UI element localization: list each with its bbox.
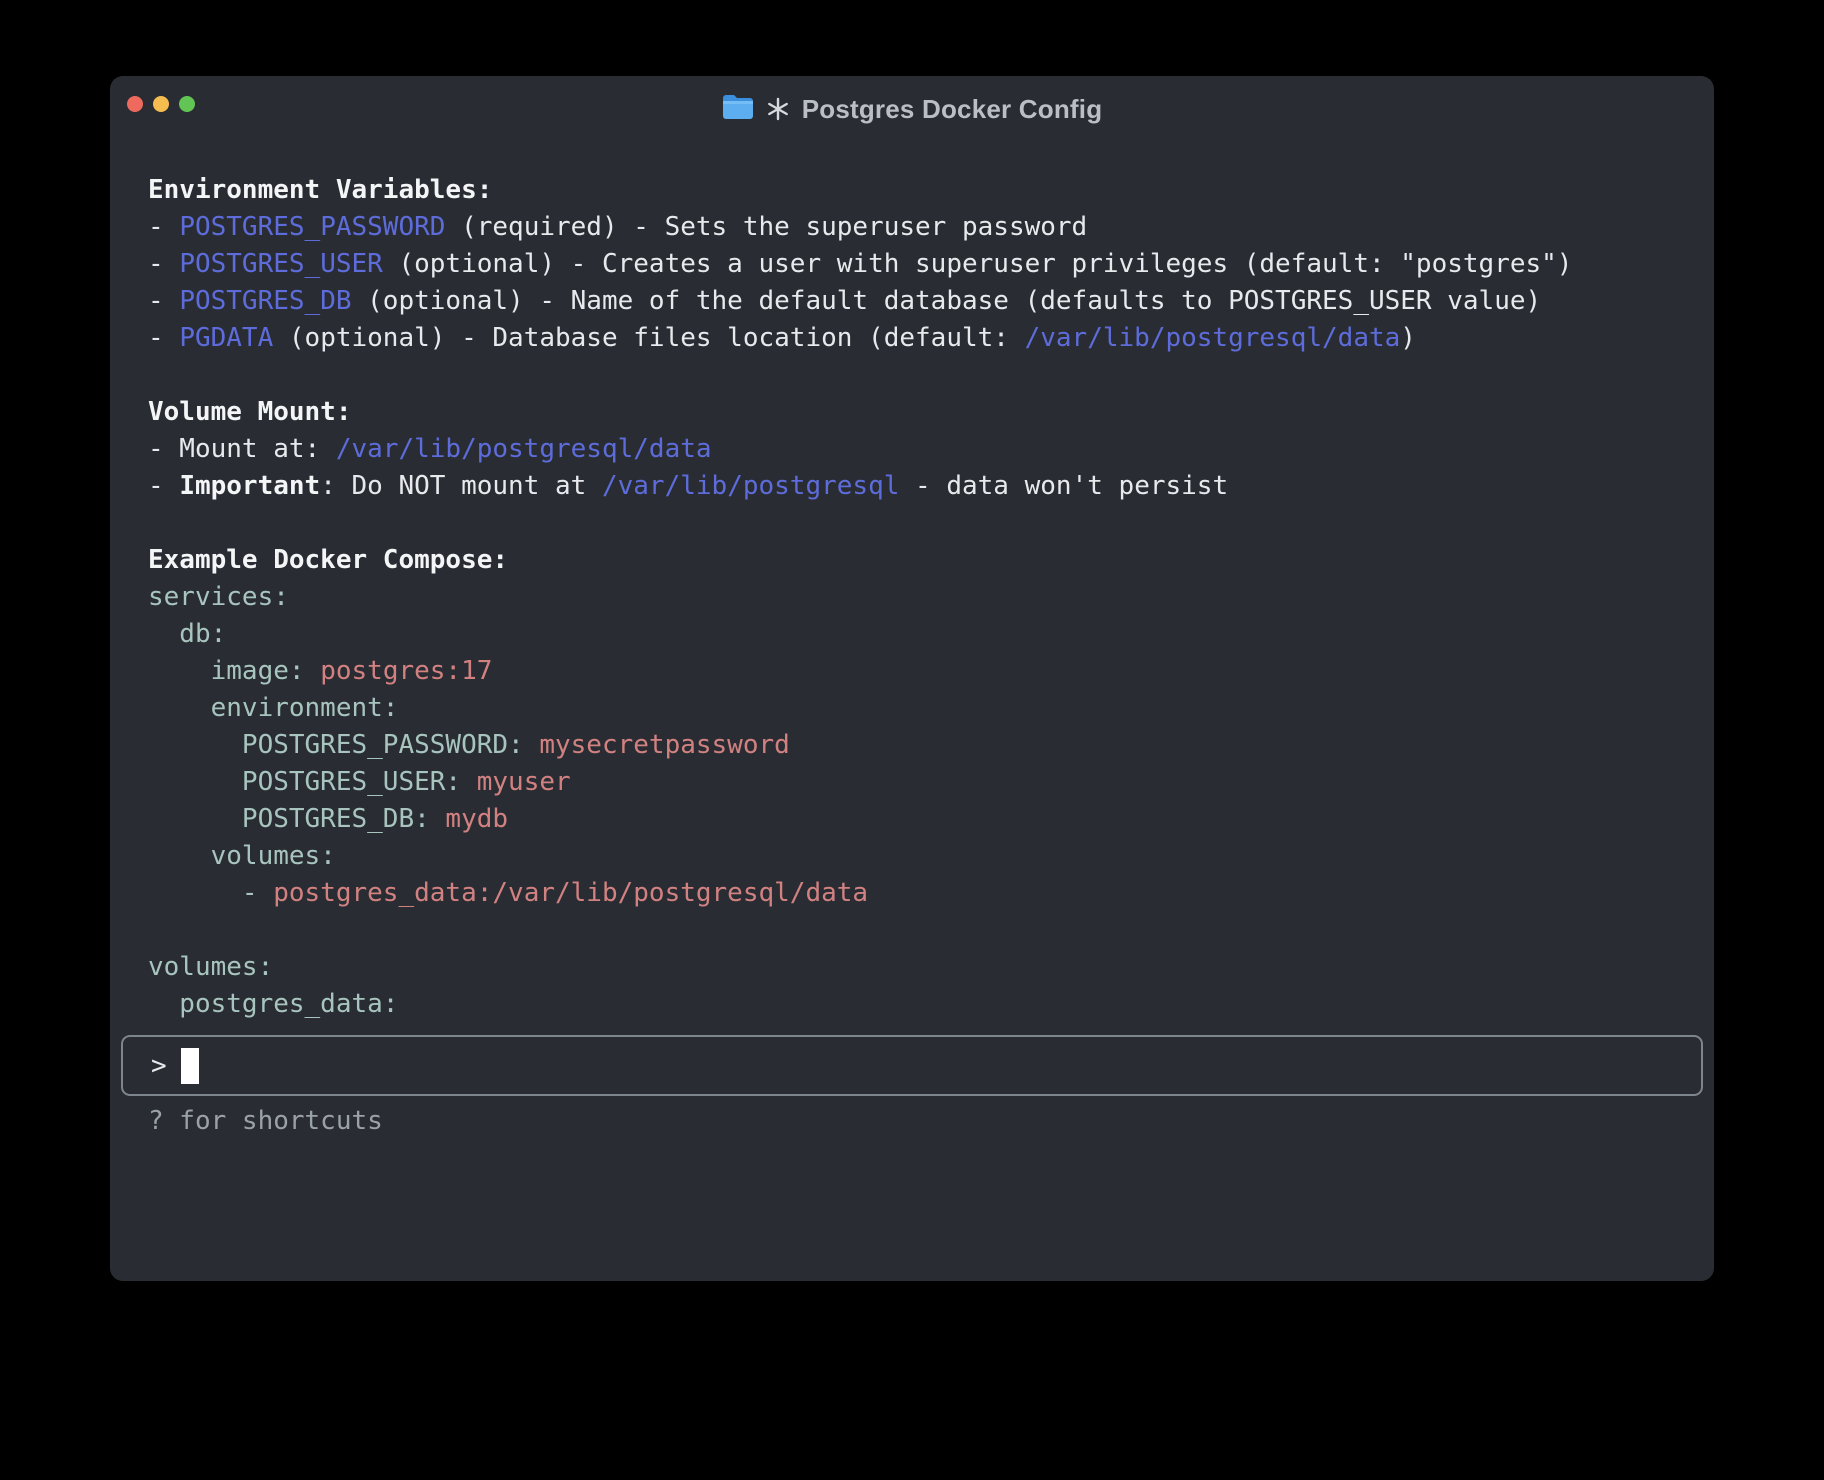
terminal-text-segment: (optional) - Name of the default databas…: [352, 286, 1542, 316]
terminal-line: - POSTGRES_USER (optional) - Creates a u…: [148, 246, 1688, 283]
terminal-line: volumes:: [148, 949, 1688, 986]
folder-icon: [722, 94, 754, 124]
titlebar: Postgres Docker Config: [110, 76, 1714, 134]
terminal-text-segment: POSTGRES_DB: [179, 286, 351, 316]
terminal-text-segment: myuser: [477, 767, 571, 797]
terminal-text-segment: mydb: [445, 804, 508, 834]
close-button[interactable]: [127, 96, 143, 112]
terminal-text-segment: [305, 656, 321, 686]
terminal-line: POSTGRES_PASSWORD: mysecretpassword: [148, 727, 1688, 764]
terminal-text-segment: [461, 767, 477, 797]
command-input[interactable]: >: [121, 1035, 1703, 1096]
window-title-group: Postgres Docker Config: [722, 94, 1103, 125]
terminal-line: - Mount at: /var/lib/postgresql/data: [148, 431, 1688, 468]
terminal-text-segment: -: [148, 471, 179, 501]
shortcuts-hint: ? for shortcuts: [148, 1106, 383, 1136]
minimize-button[interactable]: [153, 96, 169, 112]
terminal-line: Example Docker Compose:: [148, 542, 1688, 579]
terminal-line: POSTGRES_USER: myuser: [148, 764, 1688, 801]
terminal-text-segment: POSTGRES_DB:: [148, 804, 430, 834]
terminal-text-segment: (optional) - Database files location (de…: [273, 323, 1024, 353]
input-prompt: >: [151, 1051, 167, 1081]
terminal-text-segment: environment:: [148, 693, 398, 723]
terminal-window: Postgres Docker Config Environment Varia…: [110, 76, 1714, 1281]
terminal-text-segment: postgres:17: [320, 656, 492, 686]
terminal-text-segment: volumes:: [148, 952, 273, 982]
terminal-text-segment: postgres_data:/var/lib/postgresql/data: [273, 878, 868, 908]
terminal-line: [148, 505, 1688, 542]
terminal-text-segment: -: [148, 286, 179, 316]
terminal-line: POSTGRES_DB: mydb: [148, 801, 1688, 838]
terminal-text-segment: -: [148, 212, 179, 242]
terminal-line: Volume Mount:: [148, 394, 1688, 431]
terminal-line: [148, 912, 1688, 949]
terminal-line: db:: [148, 616, 1688, 653]
terminal-text-segment: image:: [148, 656, 305, 686]
window-title: Postgres Docker Config: [802, 94, 1103, 125]
terminal-line: - POSTGRES_DB (optional) - Name of the d…: [148, 283, 1688, 320]
terminal-line: Environment Variables:: [148, 172, 1688, 209]
terminal-text-segment: -: [148, 249, 179, 279]
terminal-line: - PGDATA (optional) - Database files loc…: [148, 320, 1688, 357]
terminal-line: - Important: Do NOT mount at /var/lib/po…: [148, 468, 1688, 505]
terminal-text-segment: /var/lib/postgresql/data: [1025, 323, 1401, 353]
terminal-text-segment: postgres_data:: [148, 989, 398, 1019]
terminal-text-segment: [524, 730, 540, 760]
terminal-text-segment: POSTGRES_PASSWORD:: [148, 730, 524, 760]
terminal-line: - POSTGRES_PASSWORD (required) - Sets th…: [148, 209, 1688, 246]
terminal-text-segment: -: [148, 323, 179, 353]
terminal-line: services:: [148, 579, 1688, 616]
terminal-text-segment: volumes:: [148, 841, 336, 871]
terminal-line: image: postgres:17: [148, 653, 1688, 690]
terminal-text-segment: Environment Variables:: [148, 175, 492, 205]
terminal-content: Environment Variables: - POSTGRES_PASSWOR…: [148, 172, 1688, 1023]
terminal-line: [148, 357, 1688, 394]
terminal-text-segment: mysecretpassword: [539, 730, 789, 760]
terminal-text-segment: POSTGRES_PASSWORD: [179, 212, 445, 242]
terminal-text-segment: services:: [148, 582, 289, 612]
asterisk-icon: [766, 97, 790, 121]
terminal-text-segment: Volume Mount:: [148, 397, 352, 427]
terminal-line: - postgres_data:/var/lib/postgresql/data: [148, 875, 1688, 912]
zoom-button[interactable]: [179, 96, 195, 112]
terminal-text-segment: - data won't persist: [899, 471, 1228, 501]
terminal-line: volumes:: [148, 838, 1688, 875]
terminal-text-segment: Example Docker Compose:: [148, 545, 508, 575]
terminal-text-segment: (optional) - Creates a user with superus…: [383, 249, 1573, 279]
terminal-text-segment: /var/lib/postgresql: [602, 471, 899, 501]
terminal-text-segment: /var/lib/postgresql/data: [336, 434, 712, 464]
terminal-text-segment: Important: [179, 471, 320, 501]
terminal-text-segment: (required) - Sets the superuser password: [445, 212, 1087, 242]
terminal-text-segment: [430, 804, 446, 834]
terminal-text-segment: -: [148, 878, 273, 908]
terminal-text-segment: PGDATA: [179, 323, 273, 353]
terminal-text-segment: - Mount at:: [148, 434, 336, 464]
terminal-text-segment: : Do NOT mount at: [320, 471, 602, 501]
terminal-text-segment: POSTGRES_USER:: [148, 767, 461, 797]
terminal-text-segment: POSTGRES_USER: [179, 249, 383, 279]
terminal-text-segment: db:: [148, 619, 226, 649]
traffic-lights: [127, 96, 195, 112]
terminal-text-segment: ): [1400, 323, 1416, 353]
terminal-line: postgres_data:: [148, 986, 1688, 1023]
terminal-line: environment:: [148, 690, 1688, 727]
text-cursor: [181, 1048, 199, 1084]
